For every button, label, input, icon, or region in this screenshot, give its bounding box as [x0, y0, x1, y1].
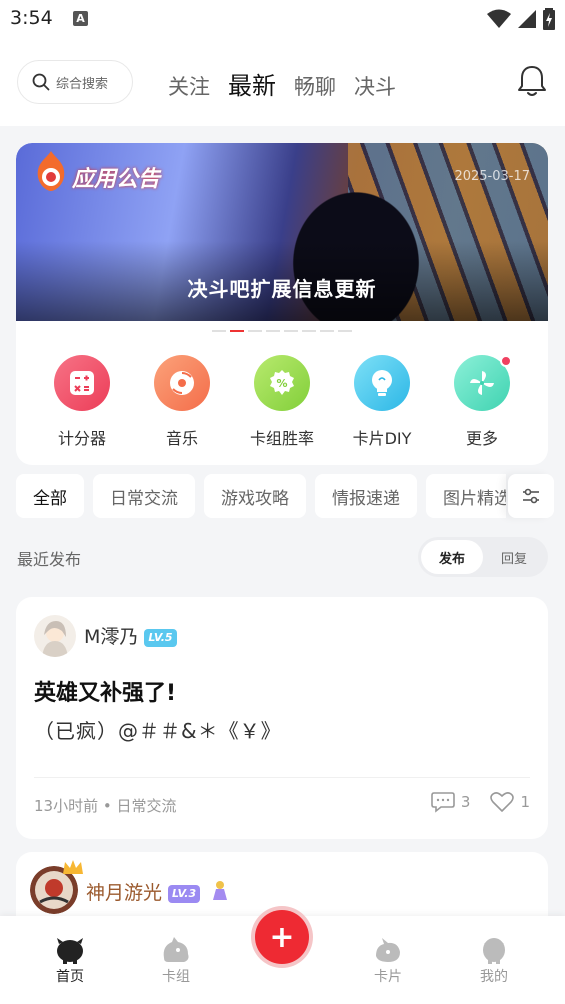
- segment-reply[interactable]: 回复: [483, 540, 545, 574]
- tab-chat[interactable]: 畅聊: [294, 71, 336, 101]
- page-dot: [302, 330, 316, 332]
- notification-icon: A: [73, 11, 88, 26]
- wifi-icon: [487, 9, 511, 28]
- deck-mascot-icon: [163, 937, 189, 962]
- like-count: 1: [520, 793, 530, 811]
- post-title: 英雄又补强了!: [34, 681, 177, 706]
- status-icons: [487, 8, 555, 30]
- lightbulb-icon: [354, 355, 410, 411]
- search-box[interactable]: 综合搜索: [17, 60, 133, 104]
- profile-mascot-icon: [483, 938, 505, 964]
- post-author[interactable]: 神月游光 LV.3: [86, 878, 230, 905]
- chip-daily[interactable]: 日常交流: [93, 474, 195, 518]
- shortcut-label: 计分器: [57, 429, 106, 448]
- shortcut-label: 卡片DIY: [352, 429, 412, 448]
- music-disc-icon: [154, 355, 210, 411]
- bell-icon[interactable]: [517, 64, 547, 98]
- page-dot: [284, 330, 298, 332]
- page-dot: [266, 330, 280, 332]
- heart-icon[interactable]: [490, 791, 515, 813]
- recent-label: 最近发布: [17, 550, 82, 569]
- nav-label: 我的: [480, 969, 508, 985]
- nav-label: 卡片: [374, 969, 402, 985]
- calculator-icon: [54, 355, 110, 411]
- feed-tabs: 关注 最新 畅聊 决斗: [168, 66, 396, 101]
- signal-icon: [518, 10, 536, 28]
- shortcut-scorer[interactable]: 计分器: [42, 355, 122, 449]
- chip-all[interactable]: 全部: [16, 474, 84, 518]
- chip-strategy[interactable]: 游戏攻略: [204, 474, 306, 518]
- announcement-banner[interactable]: 应用公告 2025-03-17 决斗吧扩展信息更新: [16, 143, 548, 321]
- divider: [34, 777, 530, 778]
- shortcut-deck-winrate[interactable]: % 卡组胜率: [242, 355, 322, 449]
- shortcut-card-diy[interactable]: 卡片DIY: [342, 355, 422, 449]
- category-chips: 全部 日常交流 游戏攻略 情报速递 图片精选: [16, 474, 506, 518]
- shortcut-more[interactable]: 更多: [442, 355, 522, 449]
- nav-home[interactable]: 首页: [30, 936, 110, 986]
- level-badge: LV.3: [168, 885, 201, 903]
- shortcut-label: 音乐: [165, 429, 198, 448]
- banner-title: 决斗吧扩展信息更新: [187, 277, 377, 301]
- status-time: 3:54: [10, 7, 53, 29]
- svg-text:%: %: [276, 377, 287, 390]
- username: M澪乃: [84, 626, 139, 648]
- shortcut-label: 卡组胜率: [249, 429, 314, 448]
- search-placeholder: 综合搜索: [56, 76, 109, 92]
- comment-count: 3: [460, 793, 471, 811]
- nav-card[interactable]: 卡片: [348, 936, 428, 986]
- chip-pictures[interactable]: 图片精选: [426, 474, 506, 518]
- home-mascot-icon: [57, 938, 83, 964]
- percent-badge-icon: %: [254, 355, 310, 411]
- page-dot: [248, 330, 262, 332]
- chip-news[interactable]: 情报速递: [315, 474, 417, 518]
- tab-latest[interactable]: 最新: [228, 66, 276, 101]
- segment-publish[interactable]: 发布: [421, 540, 483, 574]
- post-card[interactable]: M澪乃 LV.5 英雄又补强了! （已疯）@＃＃&＊《￥》 13小时前 • 日常交…: [16, 597, 548, 839]
- post-author[interactable]: M澪乃 LV.5: [84, 622, 177, 649]
- comment-icon[interactable]: [431, 791, 455, 813]
- page-dot-active: [230, 330, 244, 332]
- banner-card: 应用公告 2025-03-17 决斗吧扩展信息更新 计分器 音乐 % 卡组胜率 …: [16, 143, 548, 465]
- app-logo-icon: [37, 151, 65, 191]
- banner-logo-text: 应用公告: [72, 167, 161, 192]
- shortcut-row: 计分器 音乐 % 卡组胜率 卡片DIY 更多: [16, 355, 548, 449]
- banner-date: 2025-03-17: [454, 169, 530, 184]
- search-icon: [32, 73, 50, 91]
- card-mascot-icon: [376, 938, 400, 962]
- status-bar: 3:54 A: [0, 0, 565, 38]
- banner-pagination: [212, 330, 352, 332]
- page-dot: [320, 330, 334, 332]
- character-badge-icon: [213, 881, 228, 900]
- plus-icon: +: [255, 910, 309, 964]
- nav-label: 卡组: [162, 969, 190, 985]
- create-post-button[interactable]: +: [251, 906, 313, 968]
- nav-label: 首页: [56, 969, 84, 985]
- filter-sliders-icon: [523, 488, 539, 504]
- level-badge: LV.5: [144, 629, 177, 647]
- crown-icon: [63, 860, 83, 874]
- avatar[interactable]: [34, 615, 76, 657]
- tab-follow[interactable]: 关注: [168, 71, 210, 101]
- page-dot: [212, 330, 226, 332]
- page-dot: [338, 330, 352, 332]
- notification-dot: [500, 355, 512, 367]
- top-header: 综合搜索 关注 最新 畅聊 决斗: [0, 38, 565, 126]
- nav-profile[interactable]: 我的: [454, 936, 534, 986]
- post-stats: 3 1: [431, 791, 530, 813]
- shortcut-music[interactable]: 音乐: [142, 355, 222, 449]
- sort-segment: 发布 回复: [418, 537, 548, 577]
- post-meta: 13小时前 • 日常交流: [34, 797, 177, 815]
- post-body: （已疯）@＃＃&＊《￥》: [34, 719, 282, 743]
- tab-duel[interactable]: 决斗: [354, 71, 396, 101]
- filter-button[interactable]: [508, 474, 554, 518]
- shortcut-label: 更多: [465, 429, 498, 448]
- username: 神月游光: [86, 882, 163, 904]
- nav-deck[interactable]: 卡组: [136, 936, 216, 986]
- battery-icon: [543, 8, 555, 30]
